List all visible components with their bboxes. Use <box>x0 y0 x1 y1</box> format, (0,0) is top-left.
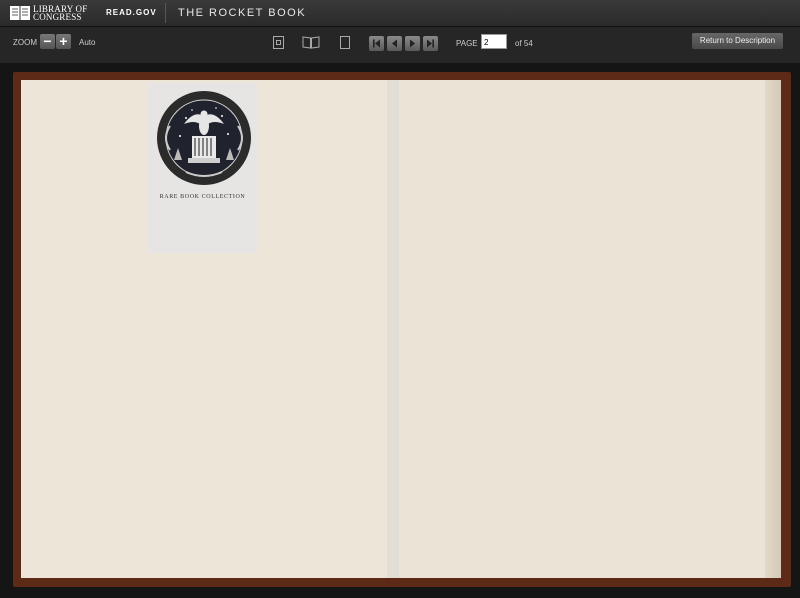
read-gov-link[interactable]: READ.GOV <box>106 8 157 17</box>
book-title: THE ROCKET BOOK <box>178 7 307 19</box>
return-to-description-button[interactable]: Return to Description <box>692 33 783 49</box>
previous-page-button[interactable] <box>387 36 402 51</box>
loc-logo-text: LIBRARY OF CONGRESS <box>33 5 87 22</box>
zoom-out-button[interactable]: − <box>40 34 55 49</box>
single-page-view-icon[interactable] <box>340 36 350 49</box>
right-page[interactable] <box>399 80 781 578</box>
eagle-seal-icon <box>157 91 251 185</box>
header-bar: LIBRARY OF CONGRESS READ.GOV THE ROCKET … <box>0 0 800 27</box>
viewer-toolbar: ZOOM − + Auto PAGE 2 of 54 Return to Des… <box>0 27 800 63</box>
zoom-auto-label[interactable]: Auto <box>79 38 95 47</box>
thumbnail-view-icon[interactable] <box>273 36 284 49</box>
page-label: PAGE <box>456 39 478 48</box>
previous-page-icon <box>392 39 397 48</box>
page-number-input[interactable]: 2 <box>481 34 507 49</box>
book-logo-icon <box>10 6 30 20</box>
header-divider <box>165 3 166 23</box>
page-total: of 54 <box>515 39 533 48</box>
zoom-label: ZOOM <box>13 38 37 47</box>
next-page-button[interactable] <box>405 36 420 51</box>
right-page-edge <box>765 80 781 578</box>
zoom-in-button[interactable]: + <box>56 34 71 49</box>
first-page-button[interactable] <box>369 36 384 51</box>
two-page-view-icon[interactable] <box>302 36 320 49</box>
loc-logo-line2: CONGRESS <box>33 12 82 22</box>
last-page-icon <box>427 39 434 48</box>
bookplate-caption: RARE BOOK COLLECTION <box>159 194 246 200</box>
next-page-icon <box>410 39 415 48</box>
last-page-button[interactable] <box>423 36 438 51</box>
book-gutter <box>387 80 399 578</box>
first-page-icon <box>373 39 380 48</box>
loc-logo[interactable]: LIBRARY OF CONGRESS <box>10 4 87 22</box>
